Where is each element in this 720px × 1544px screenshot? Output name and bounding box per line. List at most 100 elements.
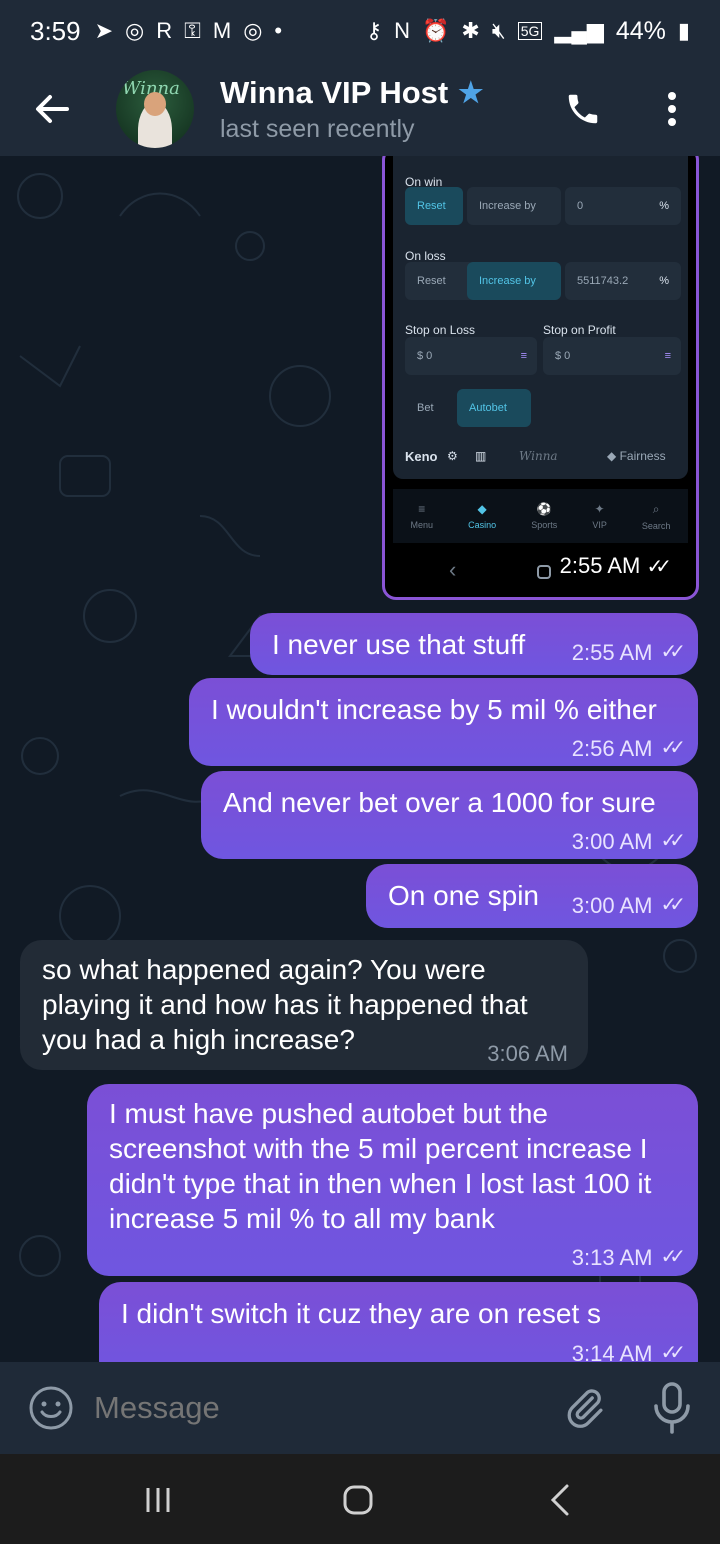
r-app-icon: R [156,18,173,43]
message-text: I didn't switch it cuz they are on reset… [121,1298,602,1329]
on-win-value-text: 0 [577,200,584,212]
system-navigation-bar [0,1454,720,1544]
on-win-pct: % [659,200,669,212]
stop-loss-field: $ 0 ≡ [405,337,537,375]
nav-casino: ◆ Casino [468,502,496,530]
contact-name: Winna VIP Host [220,74,449,110]
on-loss-increase: Increase by [467,262,561,300]
message-bubble[interactable]: so what happened again? You were playing… [20,940,588,1070]
read-checks-icon: ✓✓ [660,894,685,916]
vpn-key-icon: ⚷ [365,18,383,43]
stop-profit-field: $ 0 ≡ [543,337,681,375]
nav-vip-label: VIP [592,520,607,530]
on-win-increase: Increase by [467,187,561,225]
casino-nav: ≡ Menu ◆ Casino ⚽ Sports ✦ VIP ⌕ Search [393,489,688,543]
mute-icon: 🔇︎ [491,18,506,43]
avatar[interactable]: Winna [116,70,194,148]
nav-menu: ≡ Menu [411,502,434,530]
message-bubble[interactable]: I wouldn't increase by 5 mil % either 2:… [189,678,698,766]
on-loss-reset: Reset [405,262,475,300]
message-text: On one spin [388,880,539,911]
stop-profit-value: $ 0 [555,350,571,362]
message-meta: 3:00 AM ✓✓ [572,888,686,923]
on-loss-value-text: 5511743.2 [577,275,629,287]
bet-tab-text: Bet [417,402,434,414]
chat-header: Winna Winna VIP Host ★ last seen recentl… [0,62,720,156]
message-meta: 3:00 AM ✓✓ [572,824,686,859]
recents-button[interactable] [128,1478,188,1522]
stats-icon: ▥ [475,449,487,463]
message-bubble[interactable]: I must have pushed autobet but the scree… [87,1084,698,1276]
read-checks-icon: ✓✓ [660,737,685,759]
on-loss-pct: % [659,275,669,287]
read-checks-icon: ✓✓ [660,1246,685,1268]
message-meta: 3:13 AM ✓✓ [572,1240,686,1275]
signal-icon: ▂▄▆ [554,18,604,43]
emoji-icon[interactable] [28,1385,74,1431]
message-bubble[interactable]: On one spin 3:00 AM ✓✓ [366,864,698,928]
system-back-button[interactable] [530,1478,590,1522]
autobet-tab: Autobet [457,389,531,427]
contact-name-row: Winna VIP Host ★ [220,75,483,111]
navigation-icon: ➤ [94,18,114,43]
settings-icon: ⚙ [447,449,458,463]
home-icon [343,1485,373,1515]
nav-menu-label: Menu [410,520,434,530]
on-loss-value: 5511743.2% [565,262,681,300]
mic-icon[interactable] [652,1382,692,1434]
message-time: 3:06 AM [487,1041,568,1066]
chat-area[interactable]: On win Reset Increase by 0% On loss Rese… [0,156,720,1362]
verified-star-icon: ★ [458,77,484,108]
message-input-bar [0,1362,720,1454]
message-meta: 2:56 AM ✓✓ [572,731,686,766]
image-message[interactable]: On win Reset Increase by 0% On loss Rese… [382,156,699,600]
message-meta: 3:14 AM ✓✓ [572,1336,686,1362]
battery-icon: ▮ [677,18,690,43]
on-win-value: 0% [565,187,681,225]
battery-percent: 44% [615,16,666,45]
status-bar: 3:59 ➤ ◎ R ⚿ M ◎ • ⚷ N ⏰ ✱ 🔇︎ 5G ▂▄▆ 44%… [0,0,720,62]
message-input[interactable] [94,1390,514,1426]
game-name: Keno [405,449,438,464]
fairness-link: ◆ Fairness [607,449,666,463]
phone-icon [568,94,598,124]
more-options-button[interactable] [652,84,692,134]
casino-screenshot: On win Reset Increase by 0% On loss Rese… [393,156,688,479]
message-bubble[interactable]: And never bet over a 1000 for sure 3:00 … [201,771,698,859]
nav-search: ⌕ Search [642,502,671,531]
message-bubble[interactable]: I never use that stuff 2:55 AM ✓✓ [250,613,698,675]
status-time: 3:59 [30,15,81,46]
back-button[interactable] [22,79,82,139]
search-icon: ⌕ [652,501,660,516]
message-bubble[interactable]: I didn't switch it cuz they are on reset… [99,1282,698,1362]
on-win-increase-text: Increase by [479,200,536,212]
nav-vip: ✦ VIP [592,502,607,530]
home-button[interactable] [328,1478,388,1522]
menu-icon: ≡ [418,502,426,516]
message-text: And never bet over a 1000 for sure [223,787,656,818]
shield-icon: ◆ [607,449,620,463]
mail-icon: M [212,18,232,43]
bet-tab: Bet [405,389,465,427]
message-time: 2:55 AM [571,640,653,665]
contact-info[interactable]: Winna VIP Host ★ last seen recently [220,75,483,144]
system-back-icon [550,1484,569,1516]
message-time: 2:56 AM [571,736,653,761]
read-checks-icon: ✓✓ [646,556,671,578]
nav-sports: ⚽ Sports [531,502,557,530]
phone-home-icon [537,565,551,579]
on-loss-increase-text: Increase by [479,275,536,287]
gift-icon: ✦ [594,502,605,516]
ball-icon: ⚽ [536,502,552,516]
image-message-time: 2:55 AM ✓✓ [560,553,672,579]
instagram-icon-2: ◎ [243,18,263,43]
fairness-text: Fairness [619,449,666,463]
stop-profit-label: Stop on Profit [543,323,616,337]
nfc-icon: N [394,18,410,43]
read-checks-icon: ✓✓ [660,1342,685,1362]
alarm-icon: ⏰ [422,18,450,43]
message-time: 3:13 AM [571,1245,653,1270]
call-button[interactable] [558,84,608,134]
attach-icon[interactable] [562,1386,606,1430]
nav-sports-label: Sports [531,520,558,530]
